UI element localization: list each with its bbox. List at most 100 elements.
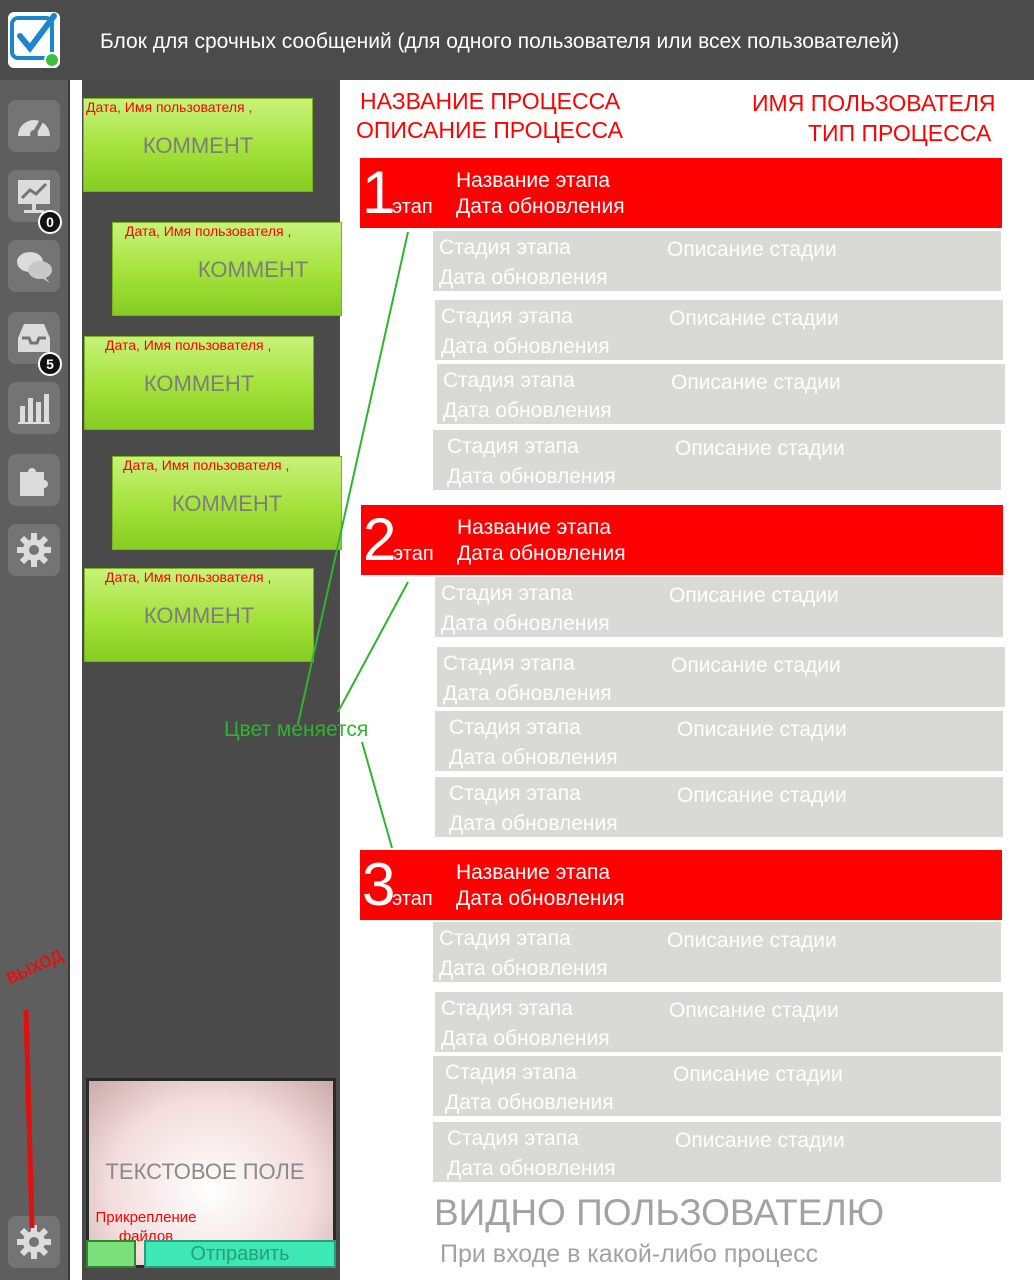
substage-row[interactable]: Стадия этапа Дата обновления Описание ста… bbox=[435, 777, 1003, 837]
substage-name: Стадия этапа bbox=[439, 236, 571, 259]
stage-title: Название этапа Дата обновления bbox=[456, 168, 625, 220]
substage-row[interactable]: Стадия этапа Дата обновления Описание ста… bbox=[437, 647, 1005, 707]
substage-updated: Дата обновления bbox=[445, 1091, 614, 1114]
substage-row[interactable]: Стадия этапа Дата обновления Описание ста… bbox=[435, 711, 1003, 771]
process-description: ОПИСАНИЕ ПРОЦЕССА bbox=[356, 117, 623, 143]
comment-card[interactable]: Дата, Имя пользователя , КОММЕНТ bbox=[83, 98, 313, 192]
substage-name: Стадия этапа bbox=[447, 435, 579, 458]
comment-meta: Дата, Имя пользователя , bbox=[123, 457, 290, 473]
dashboard-icon[interactable] bbox=[8, 100, 60, 152]
substage-updated: Дата обновления bbox=[443, 399, 612, 422]
substage-updated: Дата обновления bbox=[441, 612, 610, 635]
substage-row[interactable]: Стадия этапа Дата обновления Описание ста… bbox=[433, 1122, 1001, 1182]
substage-description: Описание стадии bbox=[677, 784, 847, 807]
substage-updated: Дата обновления bbox=[447, 465, 616, 488]
substage-description: Описание стадии bbox=[675, 437, 845, 460]
comment-text: КОММЕНТ bbox=[143, 371, 255, 396]
substage-name: Стадия этапа bbox=[449, 716, 581, 739]
stage-number: 1 bbox=[362, 159, 396, 226]
substage-name: Стадия этапа bbox=[443, 369, 575, 392]
substage-updated: Дата обновления bbox=[439, 266, 608, 289]
process-name: НАЗВАНИЕ ПРОЦЕССА bbox=[360, 88, 621, 114]
send-button[interactable]: Отправить bbox=[144, 1240, 336, 1268]
substage-row[interactable]: Стадия этапа Дата обновления Описание ста… bbox=[433, 1056, 1001, 1116]
substage-name: Стадия этапа bbox=[445, 1061, 577, 1084]
comment-meta: Дата, Имя пользователя , bbox=[125, 223, 292, 239]
stage-title: Название этапа Дата обновления bbox=[456, 860, 625, 912]
stage-updated: Дата обновления bbox=[457, 542, 626, 565]
comment-card[interactable]: Дата, Имя пользователя , КОММЕНТ bbox=[84, 568, 314, 662]
stage-name: Название этапа bbox=[457, 516, 612, 539]
substage-updated: Дата обновления bbox=[441, 1027, 610, 1050]
puzzle-icon[interactable] bbox=[8, 454, 60, 506]
substage-row[interactable]: Стадия этапа Дата обновления Описание ста… bbox=[433, 922, 1001, 982]
substage-name: Стадия этапа bbox=[441, 997, 573, 1020]
substage-updated: Дата обновления bbox=[439, 957, 608, 980]
substage-description: Описание стадии bbox=[671, 654, 841, 677]
substage-description: Описание стадии bbox=[673, 1063, 843, 1086]
stage-number: 2 bbox=[363, 506, 397, 573]
substage-updated: Дата обновления bbox=[447, 1157, 616, 1180]
stage-title: Название этапа Дата обновления bbox=[457, 515, 626, 567]
exit-gear-icon[interactable] bbox=[8, 1216, 60, 1268]
attach-files-button[interactable] bbox=[86, 1240, 136, 1268]
color-changes-note: Цвет меняется bbox=[224, 718, 369, 741]
stage-number: 3 bbox=[362, 851, 396, 918]
substage-description: Описание стадии bbox=[667, 238, 837, 261]
substage-name: Стадия этапа bbox=[439, 927, 571, 950]
substage-description: Описание стадии bbox=[669, 584, 839, 607]
substage-row[interactable]: Стадия этапа Дата обновления Описание ста… bbox=[433, 430, 1001, 490]
stage-header[interactable]: 3 этап Название этапа Дата обновления bbox=[360, 850, 1002, 920]
substage-row[interactable]: Стадия этапа Дата обновления Описание ста… bbox=[437, 364, 1005, 424]
stage-suffix: этап bbox=[393, 543, 434, 565]
stage-name: Название этапа bbox=[456, 861, 611, 884]
chat-bubbles-icon[interactable] bbox=[8, 240, 60, 292]
substage-description: Описание стадии bbox=[677, 718, 847, 741]
substage-description: Описание стадии bbox=[669, 999, 839, 1022]
process-user-name: ИМЯ ПОЛЬЗОВАТЕЛЯ bbox=[752, 90, 996, 116]
substage-name: Стадия этапа bbox=[441, 582, 573, 605]
visible-to-user-caption: ВИДНО ПОЛЬЗОВАТЕЛЮ bbox=[434, 1192, 885, 1233]
comment-meta: Дата, Имя пользователя , bbox=[105, 337, 272, 353]
substage-updated: Дата обновления bbox=[449, 812, 618, 835]
substage-name: Стадия этапа bbox=[449, 782, 581, 805]
bar-chart-icon[interactable] bbox=[8, 382, 60, 434]
checkmark-logo-icon[interactable] bbox=[8, 12, 60, 68]
substage-row[interactable]: Стадия этапа Дата обновления Описание ста… bbox=[433, 231, 1001, 291]
substage-row[interactable]: Стадия этапа Дата обновления Описание ста… bbox=[435, 577, 1003, 637]
substage-name: Стадия этапа bbox=[441, 305, 573, 328]
substage-updated: Дата обновления bbox=[441, 335, 610, 358]
inbox-badge: 5 bbox=[38, 352, 62, 376]
comment-card[interactable]: Дата, Имя пользователя , КОММЕНТ bbox=[112, 222, 342, 316]
notifications-badge: 0 bbox=[38, 210, 62, 234]
stage-header[interactable]: 1 этап Название этапа Дата обновления bbox=[360, 158, 1002, 228]
substage-name: Стадия этапа bbox=[443, 652, 575, 675]
stage-updated: Дата обновления bbox=[456, 887, 625, 910]
process-type: ТИП ПРОЦЕССА bbox=[808, 120, 992, 146]
comment-meta: Дата, Имя пользователя , bbox=[105, 569, 272, 585]
substage-updated: Дата обновления bbox=[443, 682, 612, 705]
substage-updated: Дата обновления bbox=[449, 746, 618, 769]
substage-description: Описание стадии bbox=[675, 1129, 845, 1152]
substage-description: Описание стадии bbox=[667, 929, 837, 952]
substage-name: Стадия этапа bbox=[447, 1127, 579, 1150]
stage-updated: Дата обновления bbox=[456, 195, 625, 218]
stage-name: Название этапа bbox=[456, 169, 611, 192]
substage-row[interactable]: Стадия этапа Дата обновления Описание ста… bbox=[435, 300, 1003, 360]
stage-header[interactable]: 2 этап Название этапа Дата обновления bbox=[361, 505, 1003, 575]
substage-description: Описание стадии bbox=[669, 307, 839, 330]
comment-text: КОММЕНТ bbox=[142, 133, 254, 158]
stage-suffix: этап bbox=[392, 196, 433, 218]
comment-text: КОММЕНТ bbox=[171, 491, 283, 516]
gear-icon[interactable] bbox=[8, 524, 60, 576]
substage-description: Описание стадии bbox=[671, 371, 841, 394]
on-process-entry-caption: При входе в какой-либо процесс bbox=[440, 1240, 819, 1268]
comment-card[interactable]: Дата, Имя пользователя , КОММЕНТ bbox=[84, 336, 314, 430]
comment-card[interactable]: Дата, Имя пользователя , КОММЕНТ bbox=[112, 456, 342, 550]
stage-suffix: этап bbox=[392, 888, 433, 910]
comment-text: КОММЕНТ bbox=[197, 257, 309, 282]
substage-row[interactable]: Стадия этапа Дата обновления Описание ста… bbox=[435, 992, 1003, 1052]
comment-text: КОММЕНТ bbox=[143, 603, 255, 628]
text-field[interactable]: ТЕКСТОВОЕ ПОЛЕ bbox=[96, 1158, 314, 1186]
urgent-messages-title: Блок для срочных сообщений (для одного п… bbox=[100, 30, 900, 53]
